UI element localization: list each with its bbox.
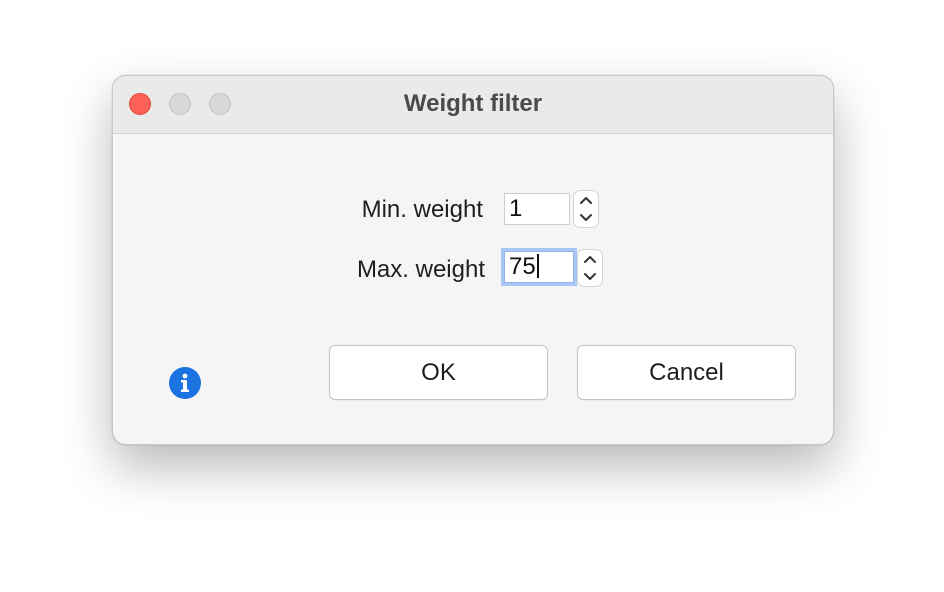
max-weight-input[interactable]: 75	[504, 251, 574, 283]
info-icon[interactable]	[169, 367, 201, 399]
weight-filter-dialog: Weight filter Min. weight 1 Max. weight …	[112, 75, 834, 445]
chevron-up-icon[interactable]	[584, 256, 596, 263]
chevron-down-icon[interactable]	[584, 273, 596, 280]
min-weight-value: 1	[509, 195, 523, 222]
ok-button[interactable]: OK	[329, 345, 548, 400]
window-title: Weight filter	[403, 90, 543, 117]
min-weight-label: Min. weight	[361, 196, 483, 223]
chevron-down-icon[interactable]	[580, 214, 592, 221]
min-weight-stepper[interactable]	[573, 190, 599, 228]
max-weight-stepper[interactable]	[577, 249, 603, 287]
chevron-up-icon[interactable]	[580, 197, 592, 204]
text-caret	[536, 254, 539, 279]
min-weight-input[interactable]: 1	[504, 193, 570, 225]
max-weight-value: 75	[509, 253, 536, 280]
title-bar[interactable]: Weight filter	[113, 76, 833, 134]
cancel-button[interactable]: Cancel	[577, 345, 796, 400]
max-weight-label: Max. weight	[356, 256, 485, 283]
